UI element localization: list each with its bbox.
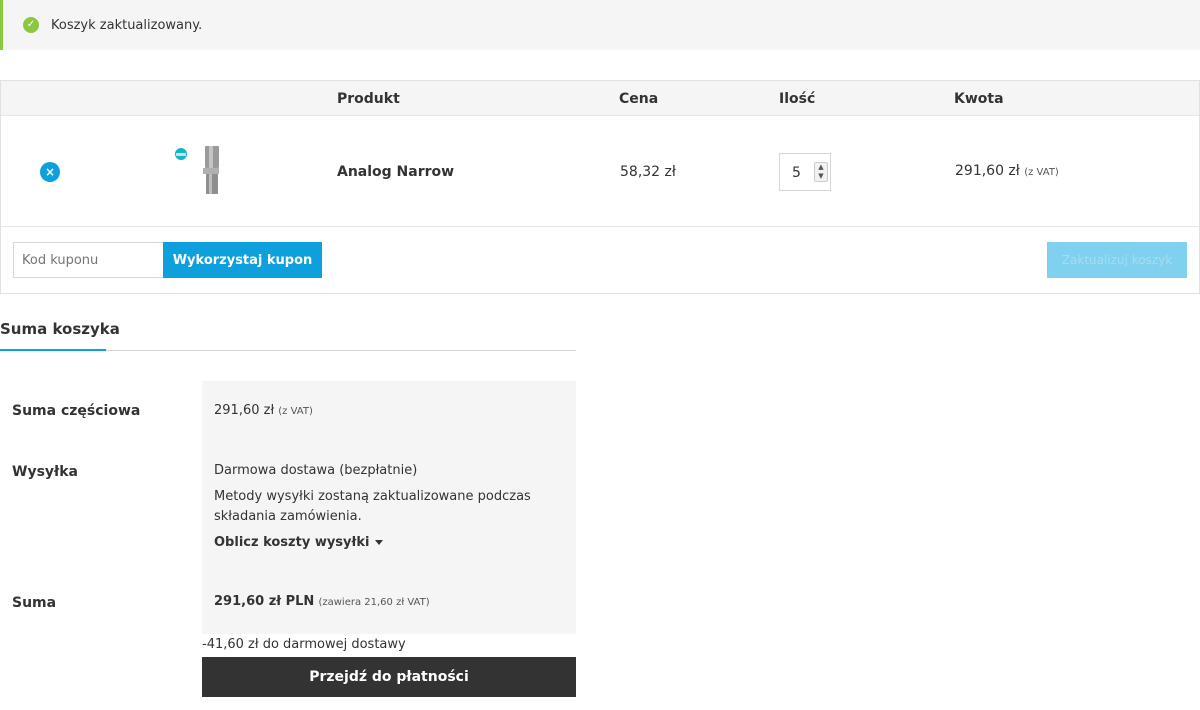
apply-coupon-button[interactable]: Wykorzystaj kupon	[163, 242, 322, 278]
order-total: 291,60 zł PLN (zawiera 21,60 zł VAT)	[214, 594, 430, 609]
line-total-vat: (z VAT)	[1024, 167, 1059, 178]
shipping-value: Darmowa dostawa (bezpłatnie)	[214, 463, 418, 478]
line-total-value: 291,60 zł	[955, 163, 1020, 179]
product-name-link[interactable]: Analog Narrow	[337, 164, 454, 180]
subtotal-value: 291,60 zł	[214, 403, 275, 418]
cart-table-header: Produkt Cena Ilość Kwota	[1, 81, 1199, 116]
notice-text: Koszyk zaktualizowany.	[51, 17, 203, 33]
check-circle-icon: ✓	[23, 17, 39, 33]
shipping-label: Wysyłka	[12, 464, 78, 480]
shipping-note: Metody wysyłki zostaną zaktualizowane po…	[214, 489, 531, 524]
calculate-shipping-link[interactable]: Oblicz koszty wysyłki	[214, 535, 384, 550]
title-underline	[0, 349, 106, 351]
quantity-value[interactable]: 5	[792, 165, 801, 181]
cart-totals-title: Suma koszyka	[0, 320, 120, 338]
subtotal-vat: (z VAT)	[278, 406, 313, 417]
header-price: Cena	[619, 91, 659, 107]
header-product: Produkt	[337, 91, 400, 107]
header-quantity: Ilość	[779, 91, 816, 107]
cart-table: Produkt Cena Ilość Kwota × Analog Narrow…	[0, 80, 1200, 294]
line-total: 291,60 zł (z VAT)	[955, 163, 1059, 179]
quantity-stepper[interactable]: 5 ▲ ▼	[779, 153, 831, 191]
subtotal: 291,60 zł (z VAT)	[214, 403, 313, 418]
product-thumbnail[interactable]	[173, 146, 223, 196]
order-total-vat: (zawiera 21,60 zł VAT)	[318, 597, 430, 608]
product-price: 58,32 zł	[620, 164, 676, 180]
proceed-to-checkout-button[interactable]: Przejdź do płatności	[202, 657, 576, 697]
total-label: Suma	[12, 595, 57, 611]
remove-item-icon[interactable]: ×	[40, 162, 60, 182]
subtotal-label: Suma częściowa	[12, 403, 141, 419]
order-total-value: 291,60 zł PLN	[214, 594, 315, 609]
update-cart-button[interactable]: Zaktualizuj koszyk	[1047, 242, 1187, 278]
spinner-arrows-icon[interactable]: ▲ ▼	[814, 162, 828, 182]
caret-down-icon	[375, 540, 384, 545]
calculate-shipping-label[interactable]: Oblicz koszty wysyłki	[214, 535, 369, 550]
free-shipping-remaining: -41,60 zł do darmowej dostawy	[202, 637, 406, 652]
header-total: Kwota	[954, 91, 1004, 107]
table-row: × Analog Narrow 58,32 zł 5 ▲ ▼ 291,60 zł …	[1, 116, 1199, 227]
cart-updated-notice: ✓ Koszyk zaktualizowany.	[0, 0, 1200, 50]
coupon-code-input[interactable]	[13, 242, 164, 278]
